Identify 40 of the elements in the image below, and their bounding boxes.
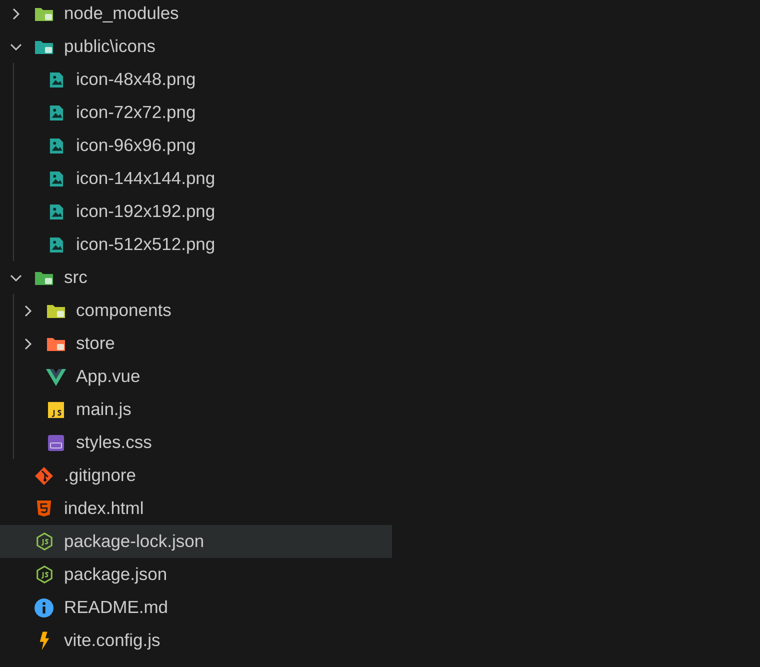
tree-item[interactable]: main.js [0,393,392,426]
image-file-icon [48,70,64,88]
hexagon-js-icon [34,565,54,584]
tree-item[interactable]: icon-48x48.png [0,63,392,96]
git-diamond-icon [34,466,54,486]
image-file-icon [48,202,64,220]
image-file-icon [48,104,64,122]
tree-item[interactable]: icon-512x512.png [0,228,392,261]
info-icon [34,598,54,618]
tree-item[interactable]: public\icons [0,30,392,63]
folder-icon [34,6,54,22]
tree-item[interactable]: README.md [0,591,392,624]
tree-item[interactable]: icon-192x192.png [0,195,392,228]
tree-item[interactable]: icon-144x144.png [0,162,392,195]
tree-item[interactable]: vite.config.js [0,624,392,657]
folder-icon [46,302,66,318]
folder-icon [34,270,54,286]
tree-item[interactable]: icon-72x72.png [0,96,392,129]
tree-item[interactable]: index.html [0,492,392,525]
hexagon-js-icon [34,532,54,551]
tree-item[interactable]: icon-96x96.png [0,129,392,162]
tree-item[interactable]: package-lock.json [0,525,392,558]
folder-icon [34,38,54,54]
lightning-bolt-icon [38,630,50,650]
html-shield-icon [36,499,52,518]
image-file-icon [48,170,64,188]
tree-item[interactable]: node_modules [0,0,392,30]
js-file-icon [47,400,65,418]
tree-item[interactable]: package.json [0,558,392,591]
folder-icon [46,336,66,352]
tree-item[interactable]: components [0,294,392,327]
vue-logo-icon [46,368,66,386]
image-file-icon [48,236,64,254]
image-file-icon [48,136,64,154]
tree-item[interactable]: store [0,327,392,360]
tree-item[interactable]: App.vue [0,360,392,393]
tree-item[interactable]: src [0,261,392,294]
tree-item[interactable]: styles.css [0,426,392,459]
css-file-icon [47,434,65,452]
tree-item[interactable]: .gitignore [0,459,392,492]
